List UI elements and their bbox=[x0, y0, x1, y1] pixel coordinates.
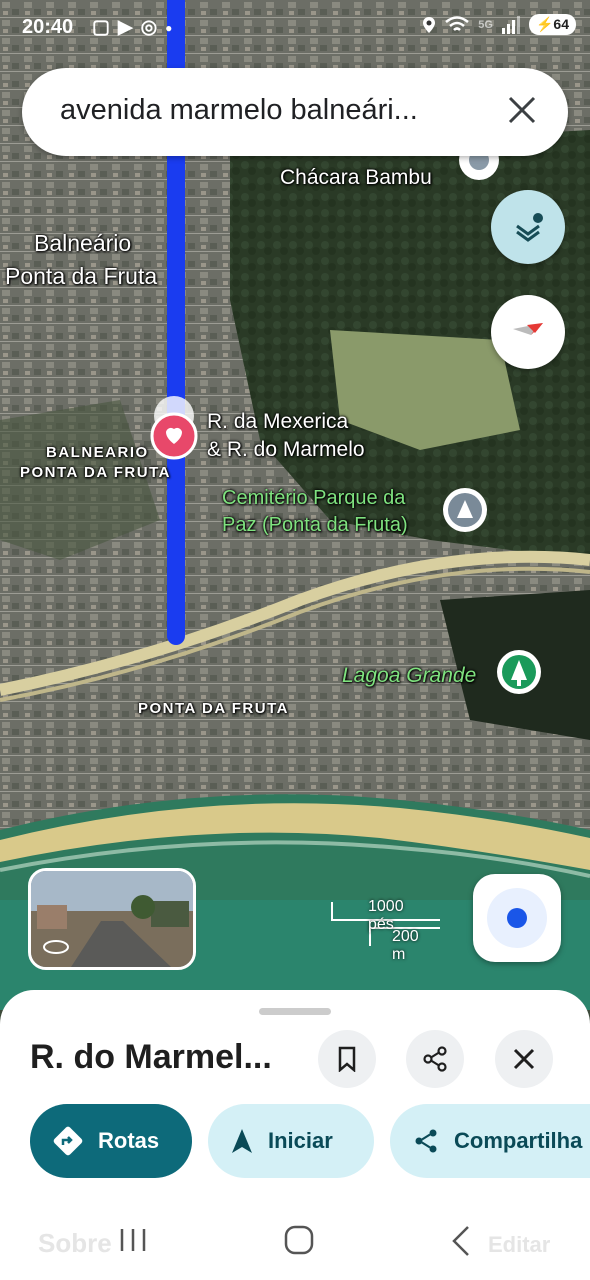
layers-button[interactable] bbox=[491, 190, 565, 264]
instagram-icon: ◎ bbox=[140, 17, 158, 38]
pin-label-line1[interactable]: R. da Mexerica bbox=[207, 410, 348, 434]
home-icon[interactable] bbox=[283, 1224, 315, 1256]
compass-icon bbox=[513, 323, 543, 335]
share-icon bbox=[415, 1129, 437, 1153]
rotate-360-icon bbox=[43, 940, 69, 954]
bookmark-icon bbox=[338, 1046, 356, 1072]
my-location-button[interactable] bbox=[473, 874, 561, 962]
system-navigation-bar bbox=[0, 1205, 590, 1280]
district-label-ponta: PONTA DA FRUTA bbox=[138, 700, 289, 717]
place-label-chacara[interactable]: Chácara Bambu bbox=[280, 166, 432, 190]
status-time: 20:40 bbox=[22, 16, 74, 38]
share-button[interactable]: Compartilha bbox=[390, 1104, 590, 1178]
search-query[interactable]: avenida marmelo balneári... bbox=[60, 94, 480, 127]
drag-handle[interactable] bbox=[259, 1008, 331, 1015]
battery-level: 64 bbox=[553, 16, 569, 32]
search-bar[interactable]: avenida marmelo balneári... bbox=[22, 68, 568, 156]
start-button[interactable]: Iniciar bbox=[208, 1104, 374, 1178]
screenshot-icon: ▢ bbox=[92, 17, 110, 38]
directions-icon bbox=[53, 1126, 83, 1156]
save-button[interactable] bbox=[318, 1030, 376, 1088]
share-label: Compartilha bbox=[454, 1128, 583, 1153]
district-label-2: PONTA DA FRUTA bbox=[20, 464, 171, 481]
district-label-1: BALNEARIO bbox=[46, 444, 149, 461]
directions-label: Rotas bbox=[98, 1128, 160, 1153]
network-type: 5G bbox=[478, 18, 493, 31]
street-view-thumbnail[interactable] bbox=[28, 868, 196, 970]
share-icon bbox=[423, 1046, 447, 1072]
close-sheet-button[interactable] bbox=[495, 1030, 553, 1088]
place-label-lagoa[interactable]: Lagoa Grande bbox=[342, 664, 476, 688]
place-label-cemetery-1[interactable]: Cemitério Parque da bbox=[222, 487, 405, 510]
close-icon bbox=[513, 1048, 535, 1070]
youtube-icon: ▶ bbox=[117, 17, 133, 38]
location-icon bbox=[423, 16, 436, 33]
close-icon[interactable] bbox=[504, 92, 540, 128]
navigate-icon bbox=[232, 1129, 252, 1153]
dot-icon: ● bbox=[165, 20, 173, 35]
status-bar: 20:40 ▢ ▶ ◎ ● 5G ⚡64 bbox=[0, 0, 590, 58]
layers-icon bbox=[516, 213, 543, 242]
scale-metric: 200 m bbox=[392, 928, 419, 963]
my-location-icon bbox=[487, 888, 547, 948]
directions-button[interactable]: Rotas bbox=[30, 1104, 192, 1178]
pin-label-line2[interactable]: & R. do Marmelo bbox=[207, 438, 365, 462]
place-label-balneario-2: Ponta da Fruta bbox=[5, 263, 158, 289]
place-label-cemetery-2[interactable]: Paz (Ponta da Fruta) bbox=[222, 514, 408, 537]
notification-icons: ▢ ▶ ◎ ● bbox=[92, 16, 172, 39]
place-label-balneario-1: Balneário bbox=[34, 230, 132, 256]
start-label: Iniciar bbox=[268, 1128, 333, 1153]
signal-icon bbox=[501, 15, 520, 34]
recent-apps-icon[interactable] bbox=[118, 1225, 148, 1255]
place-bottom-sheet[interactable]: R. do Marmel... Rotas Iniciar Compartilh… bbox=[0, 990, 590, 1280]
place-title: R. do Marmel... bbox=[30, 1038, 272, 1076]
back-icon[interactable] bbox=[448, 1225, 474, 1257]
battery-indicator: ⚡64 bbox=[528, 14, 576, 35]
compass-button[interactable] bbox=[491, 295, 565, 369]
wifi-icon bbox=[445, 15, 470, 31]
share-icon-button[interactable] bbox=[406, 1030, 464, 1088]
system-icons: 5G ⚡64 bbox=[422, 14, 576, 35]
